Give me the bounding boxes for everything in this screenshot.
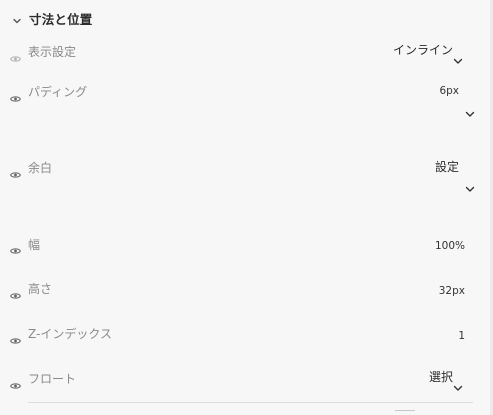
chevron-down-icon[interactable] (465, 103, 475, 117)
chevron-down-icon[interactable] (453, 50, 463, 64)
eye-icon[interactable] (10, 164, 21, 178)
property-row-display[interactable]: 表示設定 インライン (0, 40, 493, 64)
property-label-float: フロート (28, 372, 77, 386)
property-row-margin[interactable]: 余白 設定 (0, 157, 493, 192)
property-row-float[interactable]: フロート 選択 (0, 368, 493, 391)
chevron-down-icon[interactable] (465, 178, 475, 192)
float-select-value[interactable]: 選択 (429, 368, 453, 385)
property-label-z-index: Z-インデックス (28, 327, 112, 341)
eye-icon[interactable] (10, 285, 21, 299)
property-label-width: 幅 (28, 238, 41, 252)
property-label-display: 表示設定 (28, 45, 77, 59)
property-row-padding[interactable]: パディング 6px (0, 82, 493, 117)
eye-icon[interactable] (10, 240, 21, 254)
property-row-width[interactable]: 幅 100% (0, 234, 493, 254)
section-title: 寸法と位置 (29, 11, 93, 27)
property-label-margin: 余白 (28, 161, 53, 175)
eye-icon[interactable] (10, 48, 21, 62)
z-index-value[interactable]: 1 (458, 330, 465, 342)
properties-panel: 寸法と位置 表示設定 インライン パディング 6px 余白 設定 幅 100% … (0, 0, 493, 415)
width-value[interactable]: 100% (435, 240, 465, 252)
eye-icon[interactable] (10, 88, 21, 102)
property-label-padding: パディング (28, 85, 88, 99)
display-select-value[interactable]: インライン (393, 41, 453, 58)
chevron-down-icon[interactable] (11, 12, 23, 24)
property-row-z-index[interactable]: Z-インデックス 1 (0, 324, 493, 344)
margin-value[interactable]: 設定 (435, 158, 459, 175)
property-row-height[interactable]: 高さ 32px (0, 279, 493, 299)
eye-icon[interactable] (10, 375, 21, 389)
divider (28, 402, 473, 403)
eye-icon[interactable] (10, 330, 21, 344)
height-value[interactable]: 32px (439, 285, 465, 297)
section-header-dimensions[interactable]: 寸法と位置 (11, 10, 93, 27)
property-label-height: 高さ (28, 282, 53, 296)
divider (395, 410, 415, 411)
chevron-down-icon[interactable] (453, 377, 463, 391)
padding-value[interactable]: 6px (439, 85, 459, 97)
